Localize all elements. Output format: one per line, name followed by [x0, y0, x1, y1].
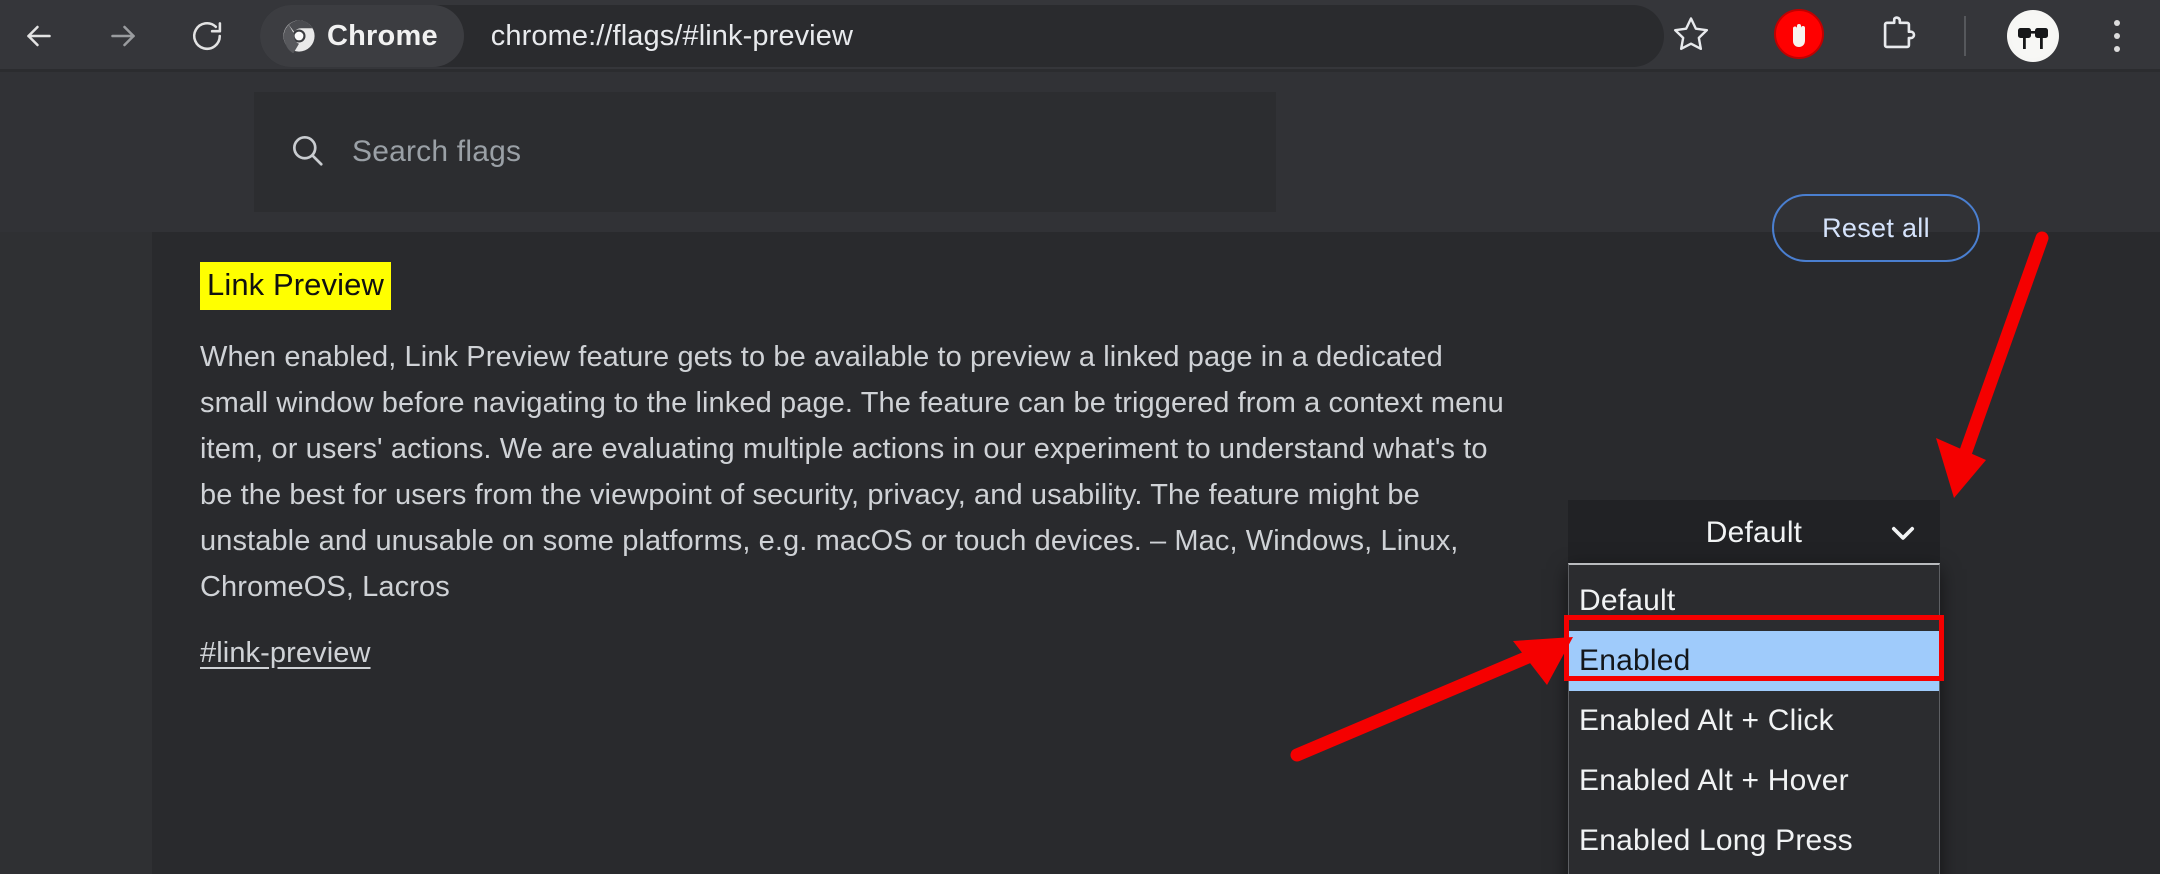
dropdown-option[interactable]: Enabled Long Press: [1569, 811, 1939, 871]
chrome-logo-icon: [282, 19, 316, 54]
flag-entry-link-preview: Link Preview When enabled, Link Preview …: [200, 262, 1540, 670]
bookmark-star-button[interactable]: [1658, 3, 1724, 69]
toolbar-divider: [1964, 16, 1966, 56]
flag-value-select[interactable]: Default: [1568, 500, 1940, 566]
chevron-down-icon: [1886, 516, 1920, 550]
browser-menu-button[interactable]: [2084, 3, 2150, 69]
flag-title: Link Preview: [200, 262, 391, 310]
back-button[interactable]: [8, 5, 70, 67]
chrome-app-chip[interactable]: Chrome: [260, 5, 464, 67]
reload-button[interactable]: [176, 5, 238, 67]
search-input-placeholder: Search flags: [352, 135, 522, 168]
flag-value-dropdown[interactable]: Default Enabled Enabled Alt + Click Enabled…: [1568, 563, 1940, 874]
reload-icon: [189, 18, 225, 54]
arrow-left-icon: [21, 18, 57, 54]
dropdown-option[interactable]: Default: [1569, 571, 1939, 631]
avatar-glasses-icon: [2007, 10, 2059, 62]
puzzle-piece-icon: [1876, 13, 1918, 60]
chrome-app-chip-label: Chrome: [327, 19, 438, 52]
reset-all-button[interactable]: Reset all: [1772, 194, 1980, 262]
flag-value-select-label: Default: [1705, 516, 1803, 549]
flag-description: When enabled, Link Preview feature gets …: [200, 340, 1504, 603]
flag-permalink[interactable]: #link-preview: [200, 637, 371, 670]
search-input[interactable]: Search flags: [254, 92, 1276, 212]
search-icon: [288, 131, 326, 174]
browser-window: Chrome chrome://flags/#link-preview Sear…: [0, 0, 2160, 874]
forward-button[interactable]: [92, 5, 154, 67]
star-icon: [1671, 14, 1711, 59]
profile-button[interactable]: [2000, 3, 2066, 69]
red-arrow-icon: [1936, 231, 2049, 498]
dropdown-option[interactable]: Enabled Alt + Hover: [1569, 751, 1939, 811]
adblock-extension-button[interactable]: [1766, 3, 1832, 69]
flags-search-row: Search flags Reset all: [0, 72, 2160, 262]
three-dot-menu-icon: [2114, 20, 2120, 52]
page-left-gutter: [0, 232, 152, 874]
dropdown-option[interactable]: Enabled Alt + Click: [1569, 691, 1939, 751]
adblock-hand-icon: [1773, 8, 1825, 65]
flags-page: Search flags Reset all Link Preview When…: [0, 72, 2160, 874]
address-bar[interactable]: Chrome chrome://flags/#link-preview: [260, 5, 1664, 67]
arrow-right-icon: [105, 18, 141, 54]
extensions-button[interactable]: [1864, 3, 1930, 69]
browser-toolbar: Chrome chrome://flags/#link-preview: [0, 0, 2160, 72]
address-bar-url: chrome://flags/#link-preview: [490, 19, 853, 52]
dropdown-option[interactable]: Enabled: [1569, 631, 1939, 691]
